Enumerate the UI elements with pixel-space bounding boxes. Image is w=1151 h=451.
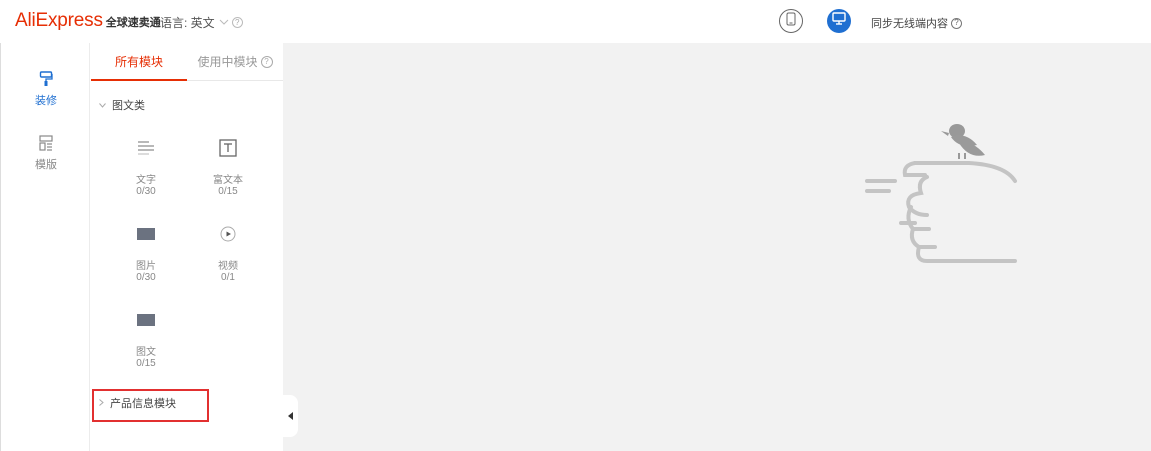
tab-label: 使用中模块 bbox=[197, 55, 258, 69]
chevron-down-icon bbox=[219, 17, 229, 28]
question-circle-icon[interactable]: ? bbox=[231, 17, 243, 28]
mobile-device-icon bbox=[786, 12, 796, 31]
group-image-text-header[interactable]: 图文类 bbox=[99, 97, 145, 113]
module-image[interactable]: 图片 0/30 bbox=[116, 221, 176, 283]
module-name: 图片 bbox=[136, 261, 156, 272]
module-count: 0/30 bbox=[136, 272, 156, 283]
caret-left-icon bbox=[288, 412, 293, 420]
module-image-text[interactable]: 图文 0/15 bbox=[116, 307, 176, 369]
preview-canvas[interactable] bbox=[283, 43, 1151, 451]
aliexpress-logo[interactable]: AliExpress 全球速卖通 bbox=[15, 10, 161, 32]
chevron-down-icon bbox=[99, 100, 106, 110]
module-name: 富文本 bbox=[213, 175, 243, 186]
desktop-monitor-icon bbox=[832, 12, 846, 30]
text-lines-icon bbox=[116, 135, 176, 161]
top-bar: AliExpress 全球速卖通 语言: 英文 ? 同步无线端内容 ? bbox=[0, 0, 1151, 43]
rich-text-icon bbox=[198, 135, 258, 161]
template-layout-icon bbox=[1, 135, 91, 154]
module-name: 文字 bbox=[136, 175, 156, 186]
module-tabs: 所有模块 使用中模块 ? bbox=[91, 43, 283, 81]
language-label: 语言: 英文 bbox=[160, 16, 215, 30]
paint-roller-icon bbox=[1, 71, 91, 90]
module-count: 0/30 bbox=[136, 186, 156, 197]
module-count: 0/1 bbox=[221, 272, 235, 283]
logo-sub-text: 全球速卖通 bbox=[105, 17, 161, 29]
image-block-icon bbox=[116, 221, 176, 247]
group-label: 图文类 bbox=[112, 100, 145, 112]
collapse-panel-toggle[interactable] bbox=[283, 395, 298, 437]
rail-item-template[interactable]: 模版 bbox=[1, 135, 91, 172]
pc-view-button[interactable] bbox=[827, 9, 851, 33]
sync-label: 同步无线端内容 bbox=[871, 18, 948, 30]
language-selector[interactable]: 语言: 英文 ? bbox=[160, 14, 243, 31]
module-count: 0/15 bbox=[218, 186, 238, 197]
bird-on-hand-illustration bbox=[865, 119, 1025, 274]
module-count: 0/15 bbox=[136, 358, 156, 369]
question-circle-icon[interactable]: ? bbox=[951, 17, 962, 29]
module-name: 图文 bbox=[136, 347, 156, 358]
image-text-icon bbox=[116, 307, 176, 333]
module-text[interactable]: 文字 0/30 bbox=[116, 135, 176, 197]
sync-wireless-content[interactable]: 同步无线端内容 ? bbox=[871, 15, 962, 31]
rail-item-decorate[interactable]: 装修 bbox=[1, 71, 91, 108]
tab-all-modules[interactable]: 所有模块 bbox=[91, 43, 187, 81]
module-name: 视频 bbox=[218, 261, 238, 272]
question-circle-icon[interactable]: ? bbox=[260, 56, 273, 68]
video-play-icon bbox=[198, 221, 258, 247]
logo-main-text: AliExpress bbox=[15, 10, 103, 31]
left-rail: 装修 模版 bbox=[0, 43, 90, 451]
mobile-view-button[interactable] bbox=[779, 9, 803, 33]
rail-item-label: 模版 bbox=[35, 159, 57, 171]
tab-label: 所有模块 bbox=[114, 55, 163, 69]
module-video[interactable]: 视频 0/1 bbox=[198, 221, 258, 283]
module-rich-text[interactable]: 富文本 0/15 bbox=[198, 135, 258, 197]
rail-item-label: 装修 bbox=[35, 95, 57, 107]
tab-modules-in-use[interactable]: 使用中模块 ? bbox=[187, 43, 283, 81]
annotation-highlight-box bbox=[92, 389, 209, 422]
